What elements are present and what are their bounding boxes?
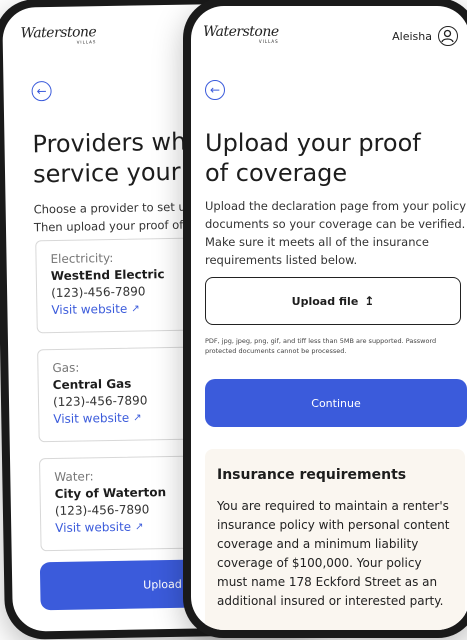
back-arrow-icon[interactable]: ← (31, 81, 52, 102)
title-line-2: service your (32, 157, 181, 189)
external-link-icon: ↗ (134, 521, 144, 533)
phone-front: Waterstone VILLAS Aleisha ← Upload your … (183, 0, 467, 638)
requirements-title: Insurance requirements (217, 467, 407, 483)
page-title: Providers wh service your (32, 127, 187, 190)
brand-logo: Waterstone VILLAS (20, 24, 96, 45)
link-label: Visit website (53, 410, 130, 427)
brand-name: Waterstone (203, 24, 279, 40)
top-bar: Waterstone VILLAS Aleisha (191, 6, 467, 54)
external-link-icon: ↗ (133, 412, 142, 424)
user-menu[interactable]: Aleisha (392, 26, 458, 46)
brand-logo: Waterstone VILLAS (203, 24, 279, 44)
link-label: Visit website (55, 519, 132, 536)
file-format-note: PDF, jpg, jpeg, png, gif, and tiff less … (205, 337, 437, 355)
page-description: Upload the declaration page from your po… (205, 199, 467, 267)
title-line-2: of coverage (205, 159, 348, 187)
desc-line-2: Then upload your proof of (33, 217, 184, 235)
back-arrow-icon[interactable]: ← (205, 80, 225, 100)
title-line-1: Providers wh (32, 127, 187, 159)
user-avatar-icon (438, 26, 458, 46)
page-description: Choose a provider to set u Then upload y… (34, 198, 187, 237)
continue-label: Continue (311, 396, 361, 410)
upload-coverage-screen: Waterstone VILLAS Aleisha ← Upload your … (191, 6, 467, 630)
requirements-body: You are required to maintain a renter's … (217, 499, 450, 608)
page-title: Upload your proof of coverage (205, 128, 421, 188)
continue-button[interactable]: Continue (205, 379, 467, 427)
upload-file-label: Upload file (291, 294, 359, 308)
link-label: Visit website (51, 301, 128, 318)
user-name: Aleisha (392, 29, 432, 43)
upload-icon: ↥ (364, 294, 375, 308)
upload-file-button[interactable]: Upload file ↥ (205, 277, 461, 325)
insurance-requirements-panel: Insurance requirements You are required … (205, 449, 465, 630)
external-link-icon: ↗ (131, 303, 140, 315)
title-line-1: Upload your proof (205, 129, 421, 157)
